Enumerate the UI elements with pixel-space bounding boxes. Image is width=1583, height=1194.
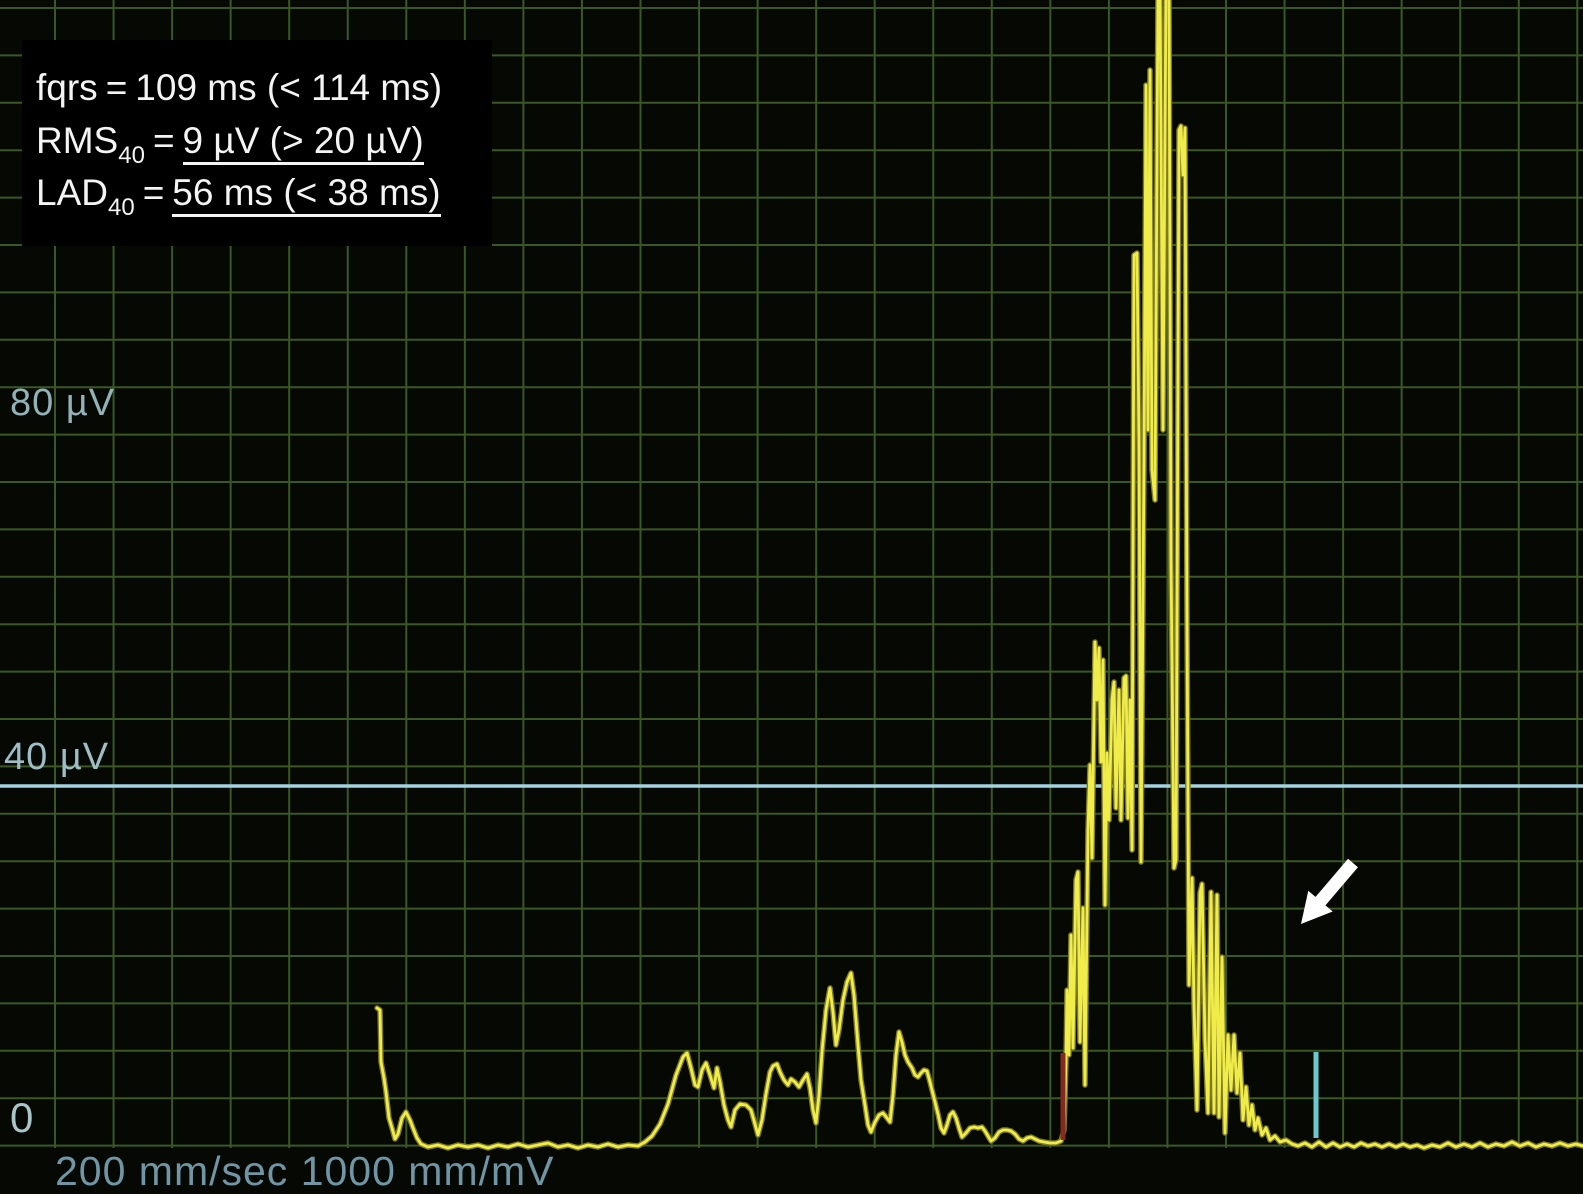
measurement-label: RMS — [36, 120, 118, 161]
late-potential-marker — [1314, 1052, 1319, 1138]
qrs-onset-marker — [1061, 1053, 1066, 1140]
y-axis-label-40uv: 40 µV — [4, 736, 109, 779]
equals-sign: = — [98, 67, 136, 108]
equals-sign: = — [135, 172, 173, 213]
y-axis-label-0: 0 — [10, 1094, 34, 1142]
y-axis-label-80uv: 80 µV — [10, 382, 115, 425]
sweep-gain-scale-label: 200 mm/sec 1000 mm/mV — [55, 1148, 555, 1194]
equals-sign: = — [145, 120, 183, 161]
measurement-label: LAD — [36, 172, 108, 213]
saecg-display: fqrs=109 ms (< 114 ms) RMS40=9 µV (> 20 … — [0, 0, 1583, 1194]
measurement-label: fqrs — [36, 67, 98, 108]
measurement-subscript: 40 — [118, 142, 145, 169]
measurement-row-rms40: RMS40=9 µV (> 20 µV) — [36, 115, 478, 168]
measurement-row-fqrs: fqrs=109 ms (< 114 ms) — [36, 62, 478, 115]
late-potentials-arrow-shaft — [1317, 863, 1353, 906]
measurement-value: 109 ms (< 114 ms) — [135, 67, 442, 108]
measurement-box: fqrs=109 ms (< 114 ms) RMS40=9 µV (> 20 … — [22, 40, 492, 246]
measurement-value: 9 µV (> 20 µV) — [183, 120, 424, 165]
measurement-row-lad40: LAD40=56 ms (< 38 ms) — [36, 167, 478, 220]
measurement-subscript: 40 — [108, 194, 135, 221]
measurement-value: 56 ms (< 38 ms) — [172, 172, 440, 217]
